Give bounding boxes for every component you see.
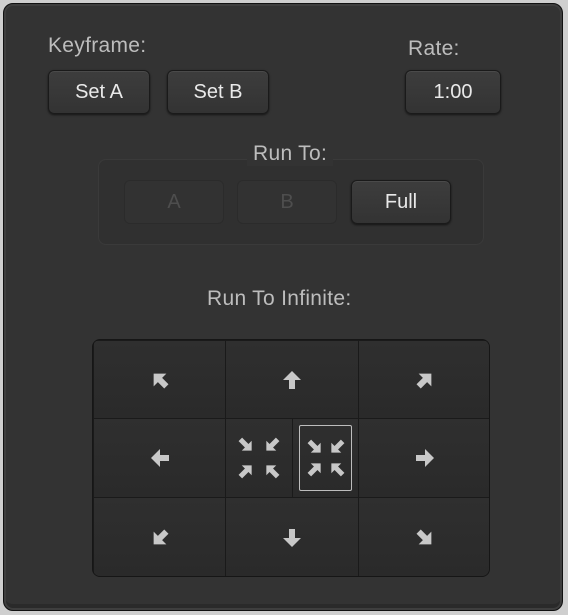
arrow-up-button[interactable] (225, 340, 359, 419)
rate-label: Rate: (408, 37, 460, 60)
expand-button[interactable] (292, 418, 359, 498)
arrow-down-left-button[interactable] (93, 497, 226, 576)
rate-field[interactable]: 1:00 (405, 70, 501, 114)
arrow-left-button[interactable] (93, 418, 226, 498)
run-to-b-button[interactable]: B (237, 180, 337, 224)
run-to-infinite-grid (92, 339, 490, 577)
keyframe-label: Keyframe: (48, 34, 147, 57)
arrow-left-icon (150, 449, 169, 467)
arrow-up-left-button[interactable] (93, 340, 226, 419)
run-to-label: Run To: (247, 142, 334, 166)
run-to-a-button[interactable]: A (124, 180, 224, 224)
arrow-down-button[interactable] (225, 497, 359, 576)
run-to-full-button[interactable]: Full (351, 180, 451, 224)
set-a-button[interactable]: Set A (48, 70, 150, 114)
arrow-up-icon (283, 370, 301, 389)
arrow-up-right-button[interactable] (358, 340, 489, 419)
selection-frame (299, 425, 352, 491)
arrow-up-right-icon (416, 373, 431, 388)
shrink-icon (238, 437, 280, 479)
arrow-down-right-button[interactable] (358, 497, 489, 576)
arrow-right-button[interactable] (358, 418, 489, 498)
arrow-down-left-icon (153, 529, 168, 544)
transition-panel: Keyframe: Rate: Set A Set B 1:00 Run To:… (3, 3, 563, 611)
arrow-right-icon (415, 449, 434, 467)
set-b-button[interactable]: Set B (167, 70, 269, 114)
arrow-up-left-icon (153, 373, 168, 388)
arrow-down-icon (283, 528, 301, 547)
run-to-infinite-label: Run To Infinite: (207, 287, 352, 310)
shrink-button[interactable] (225, 418, 293, 498)
arrow-down-right-icon (416, 529, 431, 544)
